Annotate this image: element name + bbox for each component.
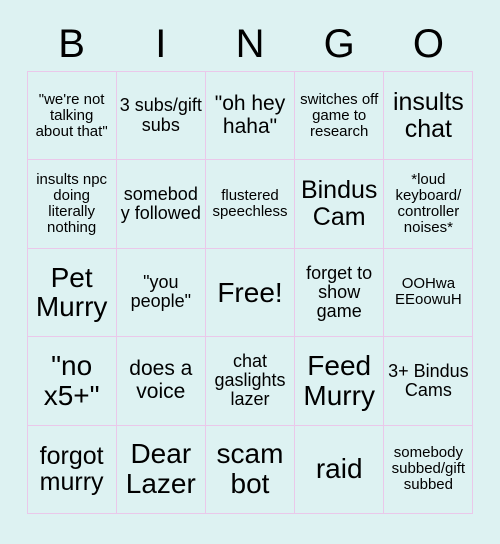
bingo-cell-text: Pet Murry bbox=[35, 261, 108, 323]
bingo-card: B I N G O "we're not talking about that"… bbox=[0, 0, 500, 544]
bingo-cell[interactable]: 3+ Bindus Cams bbox=[383, 336, 474, 426]
bingo-cell-text: somebody followed bbox=[120, 183, 201, 224]
bingo-cell[interactable]: insults chat bbox=[383, 70, 474, 161]
bingo-row: Pet Murry "you people" Free! forget to s… bbox=[26, 247, 474, 338]
bingo-cell[interactable]: somebody followed bbox=[115, 159, 206, 249]
bingo-cell-free[interactable]: Free! bbox=[204, 247, 296, 338]
bingo-cell[interactable]: "we're not talking about that" bbox=[26, 70, 117, 161]
bingo-cell-text: forget to show game bbox=[306, 262, 373, 322]
bingo-header-letter-n: N bbox=[235, 22, 265, 66]
bingo-cell[interactable]: forgot murry bbox=[26, 424, 117, 514]
bingo-cell-text: "no x5+" bbox=[43, 349, 100, 411]
bingo-header-letter-o: O bbox=[412, 22, 444, 66]
bingo-row: "no x5+" does a voice chat gaslights laz… bbox=[26, 336, 474, 426]
bingo-cell[interactable]: *loud keyboard/ controller noises* bbox=[383, 159, 474, 249]
bingo-cell-text: scam bot bbox=[216, 438, 284, 500]
bingo-cell[interactable]: Bindus Cam bbox=[294, 159, 385, 249]
bingo-row: "we're not talking about that" 3 subs/gi… bbox=[26, 70, 474, 161]
bingo-cell[interactable]: OOHwa EEoowuH bbox=[383, 247, 474, 338]
bingo-cell[interactable]: chat gaslights lazer bbox=[204, 336, 296, 426]
bingo-header-letter-b: B bbox=[58, 22, 85, 66]
bingo-cell-text: 3 subs/gift subs bbox=[119, 95, 202, 135]
bingo-cell-text: *loud keyboard/ controller noises* bbox=[395, 170, 462, 237]
bingo-cell[interactable]: flustered speechless bbox=[204, 159, 296, 249]
bingo-cell-text: chat gaslights lazer bbox=[214, 350, 286, 410]
bingo-cell-text: insults npc doing literally nothing bbox=[36, 170, 108, 237]
bingo-cell-text: raid bbox=[315, 453, 363, 485]
bingo-cell[interactable]: Dear Lazer bbox=[115, 424, 206, 514]
bingo-cell-text: switches off game to research bbox=[300, 90, 379, 140]
bingo-row: forgot murry Dear Lazer scam bot raid so… bbox=[26, 424, 474, 514]
bingo-cell-text: does a voice bbox=[129, 357, 193, 403]
bingo-row: insults npc doing literally nothing some… bbox=[26, 159, 474, 249]
bingo-cell[interactable]: insults npc doing literally nothing bbox=[26, 159, 117, 249]
bingo-cell[interactable]: scam bot bbox=[204, 424, 296, 514]
bingo-cell[interactable]: 3 subs/gift subs bbox=[115, 70, 206, 161]
bingo-cell-text: OOHwa EEoowuH bbox=[395, 275, 462, 309]
bingo-cell[interactable]: does a voice bbox=[115, 336, 206, 426]
bingo-cell-text: somebody subbed/gift subbed bbox=[391, 444, 466, 494]
bingo-header-row: B I N G O bbox=[27, 0, 473, 66]
bingo-cell[interactable]: "you people" bbox=[115, 247, 206, 338]
bingo-cell-text: flustered speechless bbox=[212, 187, 288, 221]
bingo-cell[interactable]: Feed Murry bbox=[294, 336, 385, 426]
bingo-cell-text: Dear Lazer bbox=[125, 438, 196, 500]
bingo-cell[interactable]: "oh hey haha" bbox=[204, 70, 296, 161]
bingo-cell[interactable]: switches off game to research bbox=[294, 70, 385, 161]
bingo-cell[interactable]: "no x5+" bbox=[26, 336, 117, 426]
bingo-cell-text: Feed Murry bbox=[303, 349, 375, 411]
bingo-cell[interactable]: forget to show game bbox=[294, 247, 385, 338]
bingo-grid: "we're not talking about that" 3 subs/gi… bbox=[26, 70, 474, 514]
bingo-cell-text: "oh hey haha" bbox=[214, 92, 286, 138]
bingo-header-letter-i: I bbox=[155, 22, 167, 66]
bingo-cell-text: Bindus Cam bbox=[300, 176, 378, 232]
bingo-cell[interactable]: somebody subbed/gift subbed bbox=[383, 424, 474, 514]
bingo-cell-text: forgot murry bbox=[39, 441, 104, 497]
bingo-cell[interactable]: raid bbox=[294, 424, 385, 514]
bingo-cell[interactable]: Pet Murry bbox=[26, 247, 117, 338]
bingo-cell-text: insults chat bbox=[392, 87, 464, 143]
bingo-cell-text: "we're not talking about that" bbox=[35, 90, 108, 140]
bingo-cell-text: 3+ Bindus Cams bbox=[388, 360, 469, 400]
bingo-header-letter-g: G bbox=[323, 22, 355, 66]
bingo-cell-text: "you people" bbox=[130, 272, 192, 312]
bingo-cell-text: Free! bbox=[217, 276, 283, 308]
